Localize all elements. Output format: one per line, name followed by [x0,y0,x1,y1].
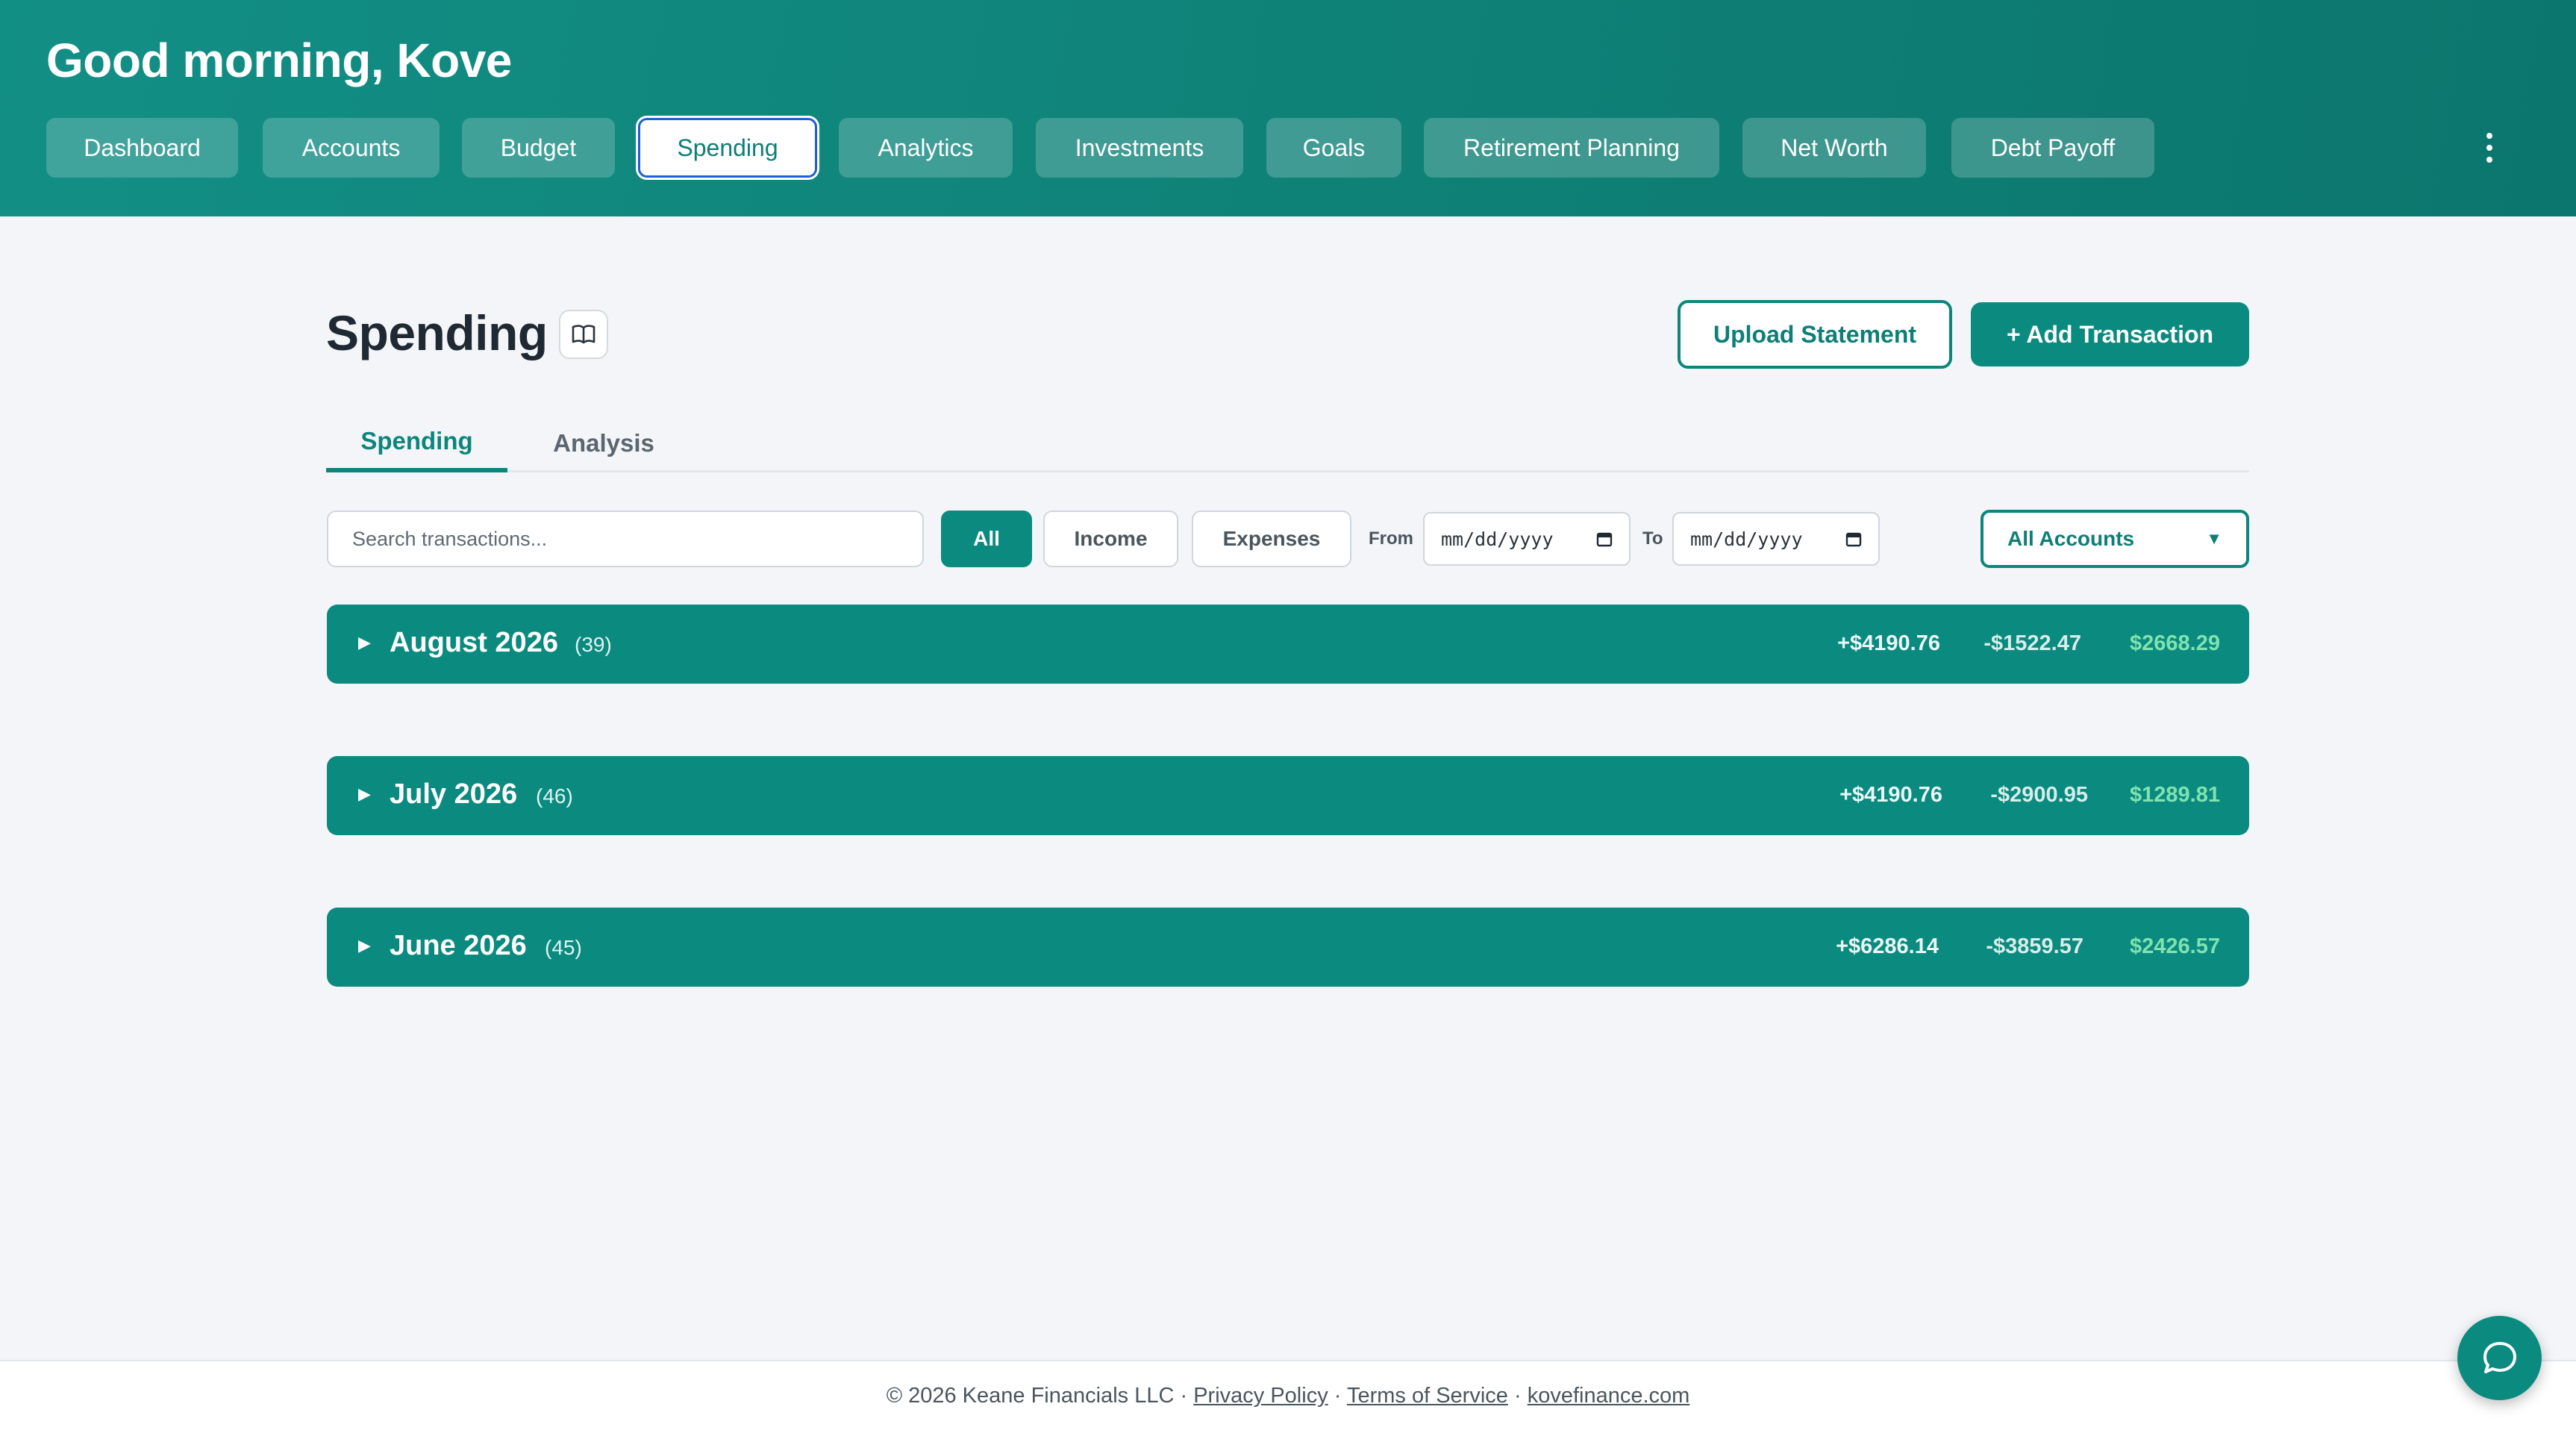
page-footer: © 2026 Keane Financials LLC · Privacy Po… [0,1360,2576,1436]
month-expenses: -$3859.57 [1986,934,2083,958]
from-date-input[interactable]: mm/dd/yyyy [1423,512,1631,566]
nav-debt-payoff[interactable]: Debt Payoff [1951,118,2154,178]
nav-goals[interactable]: Goals [1266,118,1401,178]
nav-net-worth[interactable]: Net Worth [1742,118,1926,178]
footer-text: © 2026 Keane Financials LLC · Privacy Po… [0,1384,2576,1408]
transaction-count: (39) [575,633,612,656]
add-transaction-button[interactable]: + Add Transaction [1971,302,2249,366]
from-date-value: mm/dd/yyyy [1441,528,1554,550]
month-group-row[interactable]: ▶ July 2026 (46) +$4190.76 -$2900.95 $12… [327,756,2249,835]
month-expenses: -$2900.95 [1990,783,2088,807]
greeting-title: Good morning, Kove [46,34,512,87]
expand-arrow-icon[interactable]: ▶ [358,784,371,804]
account-select[interactable]: All Accounts ▼ [1981,510,2249,568]
terms-of-service-link[interactable]: Terms of Service [1347,1384,1508,1408]
from-label: From [1369,528,1413,549]
transaction-count: (46) [536,784,573,808]
separator: · [1328,1384,1347,1408]
month-group-row[interactable]: ▶ June 2026 (45) +$6286.14 -$3859.57 $24… [327,908,2249,987]
filter-all-button[interactable]: All [941,511,1032,567]
nav-investments[interactable]: Investments [1036,118,1243,178]
nav-dashboard[interactable]: Dashboard [46,118,238,178]
guide-button[interactable] [559,310,608,359]
to-label: To [1642,528,1663,549]
chat-bubble-icon [2483,1341,2516,1373]
month-income: +$4190.76 [1837,631,1940,655]
search-input[interactable] [327,511,924,567]
more-vertical-icon[interactable] [2476,127,2503,169]
filter-income-button[interactable]: Income [1043,511,1178,567]
to-date-value: mm/dd/yyyy [1690,528,1803,550]
nav-budget[interactable]: Budget [462,118,615,178]
page-title: Spending [326,305,548,360]
privacy-policy-link[interactable]: Privacy Policy [1193,1384,1328,1408]
app-header: Good morning, Kove Dashboard Accounts Bu… [0,0,2576,216]
expand-arrow-icon[interactable]: ▶ [358,633,371,652]
month-net: $2426.57 [2130,934,2220,958]
month-name: August 2026 [390,627,558,658]
caret-down-icon: ▼ [2206,529,2222,548]
nav-retirement-planning[interactable]: Retirement Planning [1424,118,1719,178]
month-expenses: -$1522.47 [1983,631,2081,655]
tab-spending[interactable]: Spending [326,414,507,472]
book-open-icon [572,325,595,344]
expand-arrow-icon[interactable]: ▶ [358,936,371,955]
month-name: June 2026 [390,930,527,961]
calendar-icon[interactable] [1845,531,1862,547]
separator: · [1174,1384,1194,1408]
month-net: $1289.81 [2130,783,2220,807]
nav-accounts[interactable]: Accounts [263,118,440,178]
copyright-text: © 2026 Keane Financials LLC [886,1384,1175,1408]
chat-button[interactable] [2457,1316,2542,1400]
nav-spending[interactable]: Spending [638,118,817,178]
transaction-count: (45) [545,936,582,959]
filter-expenses-button[interactable]: Expenses [1192,511,1351,567]
separator: · [1507,1384,1528,1408]
month-net: $2668.29 [2130,631,2220,655]
upload-statement-button[interactable]: Upload Statement [1678,300,1952,369]
month-name: July 2026 [390,778,518,810]
month-income: +$6286.14 [1836,934,1939,958]
calendar-icon[interactable] [1596,531,1613,547]
account-select-value: All Accounts [2007,527,2135,550]
nav-analytics[interactable]: Analytics [839,118,1013,178]
month-group-row[interactable]: ▶ August 2026 (39) +$4190.76 -$1522.47 $… [327,605,2249,684]
site-link[interactable]: kovefinance.com [1528,1384,1690,1408]
tab-analysis[interactable]: Analysis [526,414,681,472]
to-date-input[interactable]: mm/dd/yyyy [1672,512,1880,566]
month-income: +$4190.76 [1839,783,1942,807]
